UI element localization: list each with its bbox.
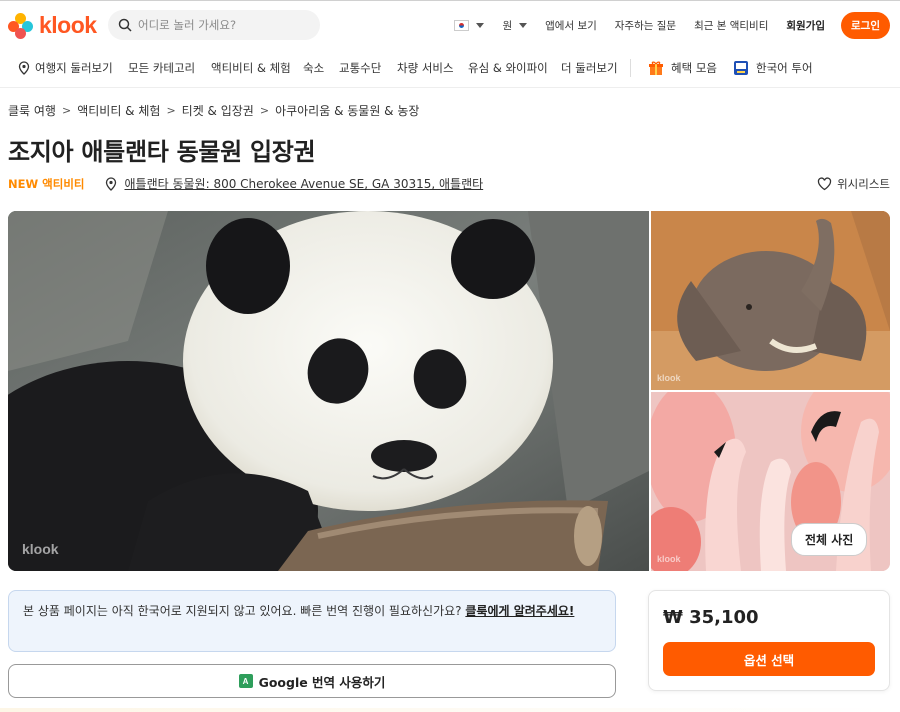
price-value: ₩ 35,100 — [663, 607, 759, 628]
view-all-photos-button[interactable]: 전체 사진 — [791, 523, 868, 556]
elephant-image — [651, 211, 890, 390]
product-location[interactable]: 애틀랜타 동물원: 800 Cherokee Avenue SE, GA 303… — [105, 175, 484, 192]
signup-link[interactable]: 회원가입 — [786, 18, 825, 33]
nav-item-transport[interactable]: 교통수단 — [339, 60, 381, 76]
nav-label: 여행지 둘러보기 — [35, 61, 113, 75]
chevron-down-icon — [476, 22, 485, 28]
notice-text: 본 상품 페이지는 아직 한국어로 지원되지 않고 있어요. 빠른 번역 진행이… — [23, 604, 466, 618]
google-translate-button[interactable]: A Google 번역 사용하기 — [8, 664, 616, 698]
select-option-button[interactable]: 옵션 선택 — [663, 642, 875, 676]
chevron-right-icon: > — [259, 104, 270, 117]
page-title: 조지아 애틀랜타 동물원 입장권 — [8, 138, 316, 166]
nav-item-korean-tour[interactable]: 한국어 투어 — [733, 60, 813, 76]
breadcrumb-item[interactable]: 티켓 & 입장권 — [182, 102, 254, 119]
nav-item-activities[interactable]: 액티비티 & 체험 — [211, 60, 291, 76]
chevron-right-icon: > — [61, 104, 72, 117]
currency-selector[interactable]: 원 — [502, 18, 528, 33]
photo-elephant[interactable]: klook — [651, 211, 890, 390]
nav-item-destinations[interactable]: 여행지 둘러보기 — [18, 60, 113, 76]
klook-logo-icon — [8, 12, 34, 39]
nav-item-sim-wifi[interactable]: 유심 & 와이파이 — [468, 60, 548, 76]
gift-icon — [649, 61, 663, 75]
chevron-right-icon: > — [166, 104, 176, 117]
category-nav: 여행지 둘러보기 모든 카테고리 액티비티 & 체험 숙소 교통수단 차량 서비… — [0, 48, 900, 88]
nav-item-deals[interactable]: 혜택 모음 — [648, 60, 717, 76]
search-icon — [118, 18, 132, 32]
google-translate-icon: A — [238, 674, 253, 688]
top-header: klook 원 앱에서 보기 자주하는 질문 최근 본 액티비티 회원가입 로그… — [0, 0, 900, 48]
chevron-down-icon — [519, 23, 528, 28]
product-meta: NEW 액티비티 애틀랜타 동물원: 800 Cherokee Avenue S… — [8, 175, 483, 192]
watermark-logo: klook — [657, 373, 681, 383]
faq-link[interactable]: 자주하는 질문 — [615, 18, 676, 33]
wishlist-button[interactable]: 위시리스트 — [817, 176, 890, 192]
korea-flag-icon — [454, 19, 470, 31]
heart-icon — [817, 177, 832, 191]
google-translate-label: Google 번역 사용하기 — [258, 674, 386, 690]
location-pin-icon — [105, 176, 116, 191]
nav-item-car-service[interactable]: 차량 서비스 — [397, 60, 454, 76]
section-divider — [0, 708, 900, 712]
logo-text: klook — [39, 12, 97, 38]
location-link[interactable]: 애틀랜타 동물원: 800 Cherokee Avenue SE, GA 303… — [125, 175, 484, 192]
search-bar[interactable] — [108, 10, 320, 40]
app-link[interactable]: 앱에서 보기 — [545, 18, 597, 33]
breadcrumb-item[interactable]: 아쿠아리움 & 동물원 & 농장 — [275, 102, 419, 119]
nav-item-all-categories[interactable]: 모든 카테고리 — [128, 60, 195, 76]
watermark-logo: klook — [657, 554, 681, 564]
breadcrumb: 클룩 여행 > 액티비티 & 체험 > 티켓 & 입장권 > 아쿠아리움 & 동… — [8, 102, 419, 119]
breadcrumb-item[interactable]: 클룩 여행 — [8, 102, 56, 119]
header-utility: 원 앱에서 보기 자주하는 질문 최근 본 액티비티 회원가입 로그인 — [436, 11, 890, 39]
notify-klook-link[interactable]: 클룩에게 알려주세요! — [465, 604, 574, 618]
translation-notice: 본 상품 페이지는 아직 한국어로 지원되지 않고 있어요. 빠른 번역 진행이… — [8, 590, 616, 652]
recently-viewed-link[interactable]: 최근 본 액티비티 — [694, 18, 768, 33]
language-selector[interactable] — [454, 19, 485, 31]
main-photo-panda[interactable]: klook — [8, 211, 649, 571]
korean-tour-icon — [734, 61, 748, 75]
watermark-logo: klook — [22, 541, 59, 557]
panda-image — [8, 211, 649, 571]
nav-label: 한국어 투어 — [756, 61, 813, 75]
price-card: ₩ 35,100 옵션 선택 — [648, 590, 890, 691]
search-input[interactable] — [138, 18, 308, 32]
klook-logo[interactable]: klook — [8, 12, 97, 39]
login-button[interactable]: 로그인 — [841, 11, 890, 39]
currency-label: 원 — [502, 19, 513, 32]
breadcrumb-item[interactable]: 액티비티 & 체험 — [77, 102, 160, 119]
wishlist-label: 위시리스트 — [837, 177, 890, 191]
nav-item-hotels[interactable]: 숙소 — [303, 60, 324, 76]
nav-item-more[interactable]: 더 둘러보기 — [561, 60, 618, 76]
nav-label: 혜택 모음 — [671, 61, 717, 75]
location-pin-icon — [18, 61, 30, 75]
new-activity-badge: NEW 액티비티 — [8, 176, 85, 191]
nav-divider — [630, 59, 631, 77]
